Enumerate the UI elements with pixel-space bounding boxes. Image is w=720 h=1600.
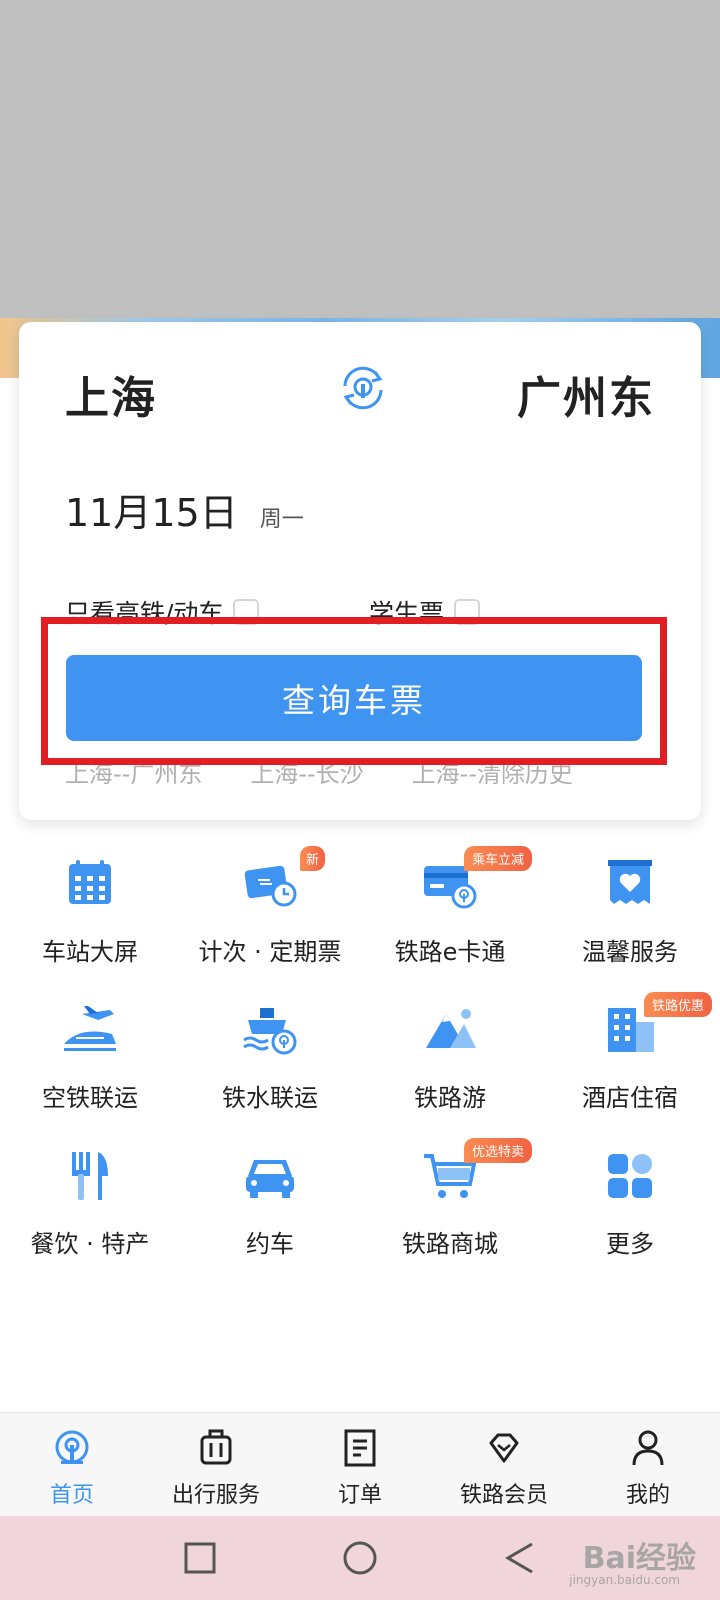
service-rail-tour[interactable]: 铁路游 xyxy=(360,992,540,1138)
service-car[interactable]: 约车 xyxy=(180,1138,360,1284)
ticket-clock-icon xyxy=(244,865,297,907)
calendar-grid-icon xyxy=(69,860,111,904)
bottom-tab-bar: 首页 出行服务 订单 铁路会员 我的 xyxy=(0,1412,720,1516)
service-label: 计次 · 定期票 xyxy=(198,938,342,966)
service-care[interactable]: 温馨服务 xyxy=(540,846,720,992)
fork-knife-icon xyxy=(72,1152,108,1200)
tab-mine[interactable]: 我的 xyxy=(576,1413,720,1516)
service-food[interactable]: 餐饮 · 特产 xyxy=(0,1138,180,1284)
tab-home[interactable]: 首页 xyxy=(0,1413,144,1516)
service-label: 铁路商城 xyxy=(402,1230,498,1258)
watermark-url: jingyan.baidu.com xyxy=(569,1573,680,1587)
home-circle-icon[interactable] xyxy=(340,1538,380,1578)
back-triangle-icon[interactable] xyxy=(500,1538,540,1578)
user-icon xyxy=(632,1430,664,1466)
heart-box-icon xyxy=(608,860,652,904)
service-label: 约车 xyxy=(246,1230,294,1258)
to-city[interactable]: 广州东 xyxy=(517,362,655,426)
service-label: 餐饮 · 特产 xyxy=(30,1230,150,1258)
tab-label: 出行服务 xyxy=(171,1483,260,1508)
tab-membership[interactable]: 铁路会员 xyxy=(432,1413,576,1516)
tab-label: 首页 xyxy=(49,1483,94,1508)
service-hotel[interactable]: 铁路优惠 酒店住宿 xyxy=(540,992,720,1138)
screen: 上海 广州东 11月15日 周一 只看高铁/动车 学生票 上海--广州东 上海-… xyxy=(0,0,720,1600)
tab-label: 铁路会员 xyxy=(459,1483,548,1508)
from-city[interactable]: 上海 xyxy=(65,362,157,426)
service-sea-rail[interactable]: 铁水联运 xyxy=(180,992,360,1138)
promo-badge: 优选特卖 xyxy=(464,1138,533,1163)
travel-date[interactable]: 11月15日 xyxy=(65,482,238,537)
service-label: 温馨服务 xyxy=(582,938,678,966)
new-badge: 新 xyxy=(300,846,326,871)
ticket-search-card: 上海 广州东 11月15日 周一 只看高铁/动车 学生票 上海--广州东 上海-… xyxy=(19,322,701,820)
promo-badge: 铁路优惠 xyxy=(644,992,713,1017)
service-label: 铁路游 xyxy=(414,1084,486,1112)
ship-train-icon xyxy=(243,1008,297,1055)
tab-label: 我的 xyxy=(625,1483,670,1508)
blank-top-area xyxy=(0,0,720,318)
service-pass-ticket[interactable]: 新 计次 · 定期票 xyxy=(180,846,360,992)
service-station-screen[interactable]: 车站大屏 xyxy=(0,846,180,992)
service-more[interactable]: 更多 xyxy=(540,1138,720,1284)
highlight-annotation-frame xyxy=(41,617,667,765)
service-label: 铁路e卡通 xyxy=(394,938,506,966)
order-doc-icon xyxy=(344,1429,376,1467)
promo-badge: 乘车立减 xyxy=(464,846,533,871)
car-icon xyxy=(246,1160,294,1198)
service-air-rail[interactable]: 空铁联运 xyxy=(0,992,180,1138)
diamond-icon xyxy=(489,1433,519,1463)
service-mall[interactable]: 优选特卖 铁路商城 xyxy=(360,1138,540,1284)
service-label: 空铁联运 xyxy=(42,1084,138,1112)
tab-label: 订单 xyxy=(337,1483,382,1508)
plane-train-icon xyxy=(64,1006,116,1051)
tab-travel-services[interactable]: 出行服务 xyxy=(144,1413,288,1516)
watermark-logo: Bai经验 xyxy=(582,1541,696,1576)
swap-cities-icon[interactable] xyxy=(335,360,391,416)
service-label: 酒店住宿 xyxy=(582,1084,678,1112)
recent-apps-icon[interactable] xyxy=(180,1538,220,1578)
service-label: 铁水联运 xyxy=(222,1084,318,1112)
service-label: 车站大屏 xyxy=(42,938,138,966)
train-logo-icon xyxy=(55,1430,89,1464)
service-label: 更多 xyxy=(606,1230,654,1258)
grid-more-icon xyxy=(608,1154,652,1198)
service-e-card[interactable]: 乘车立减 铁路e卡通 xyxy=(360,846,540,992)
date-selector[interactable]: 11月15日 周一 xyxy=(65,482,304,537)
travel-weekday: 周一 xyxy=(259,507,304,532)
service-grid: 车站大屏 新 计次 · 定期票 乘车立减 铁路e卡通 温馨服务 空铁联运 铁水联… xyxy=(0,846,720,1284)
luggage-icon xyxy=(200,1429,232,1465)
tab-orders[interactable]: 订单 xyxy=(288,1413,432,1516)
mountain-icon xyxy=(426,1009,476,1048)
